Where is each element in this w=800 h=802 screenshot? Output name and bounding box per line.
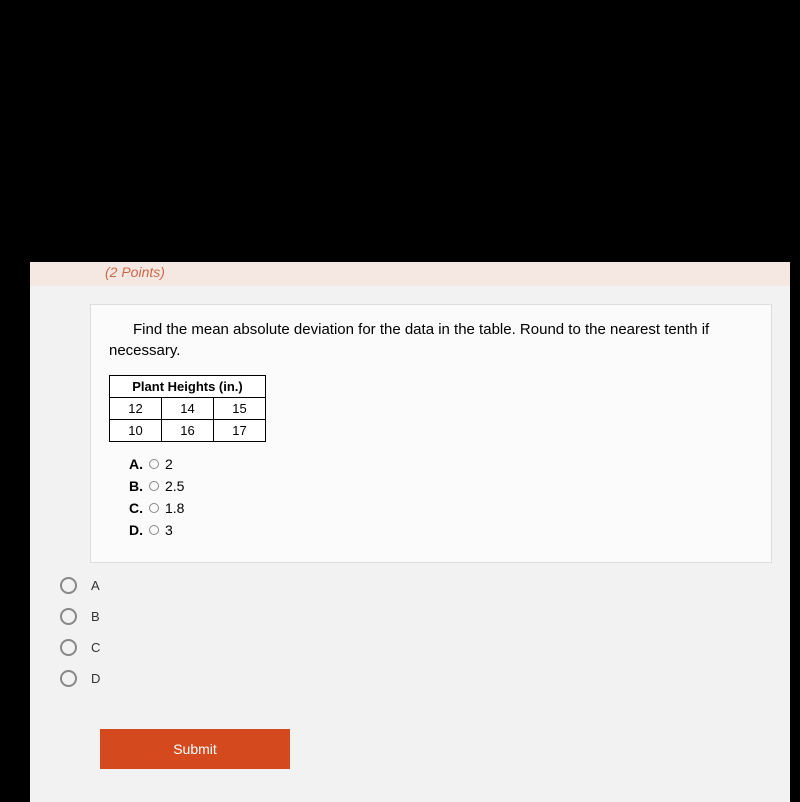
radio-circle-icon xyxy=(60,639,77,656)
question-text: Find the mean absolute deviation for the… xyxy=(109,319,753,361)
option-value: 1.8 xyxy=(165,500,184,516)
inline-option-a: A. 2 xyxy=(129,456,753,472)
inline-option-c: C. 1.8 xyxy=(129,500,753,516)
table-header: Plant Heights (in.) xyxy=(110,376,266,398)
table-row: 10 16 17 xyxy=(110,420,266,442)
option-value: 2 xyxy=(165,456,173,472)
table-cell: 14 xyxy=(162,398,214,420)
radio-label: A xyxy=(91,578,100,593)
radio-option-c[interactable]: C xyxy=(60,639,790,656)
inline-options: A. 2 B. 2.5 C. 1.8 D. 3 xyxy=(129,456,753,538)
option-letter: A. xyxy=(129,456,143,472)
table-row: 12 14 15 xyxy=(110,398,266,420)
content-area: (2 Points) Find the mean absolute deviat… xyxy=(30,262,790,802)
option-value: 3 xyxy=(165,522,173,538)
option-letter: D. xyxy=(129,522,143,538)
option-letter: C. xyxy=(129,500,143,516)
radio-circle-icon xyxy=(60,577,77,594)
radio-option-b[interactable]: B xyxy=(60,608,790,625)
radio-option-d[interactable]: D xyxy=(60,670,790,687)
radio-label: C xyxy=(91,640,100,655)
inline-radio-icon xyxy=(149,525,159,535)
submit-button[interactable]: Submit xyxy=(100,729,290,769)
inline-radio-icon xyxy=(149,481,159,491)
table-cell: 10 xyxy=(110,420,162,442)
inline-option-b: B. 2.5 xyxy=(129,478,753,494)
points-header: (2 Points) xyxy=(30,262,790,286)
table-cell: 17 xyxy=(214,420,266,442)
inline-radio-icon xyxy=(149,503,159,513)
data-table: Plant Heights (in.) 12 14 15 10 16 17 xyxy=(109,375,266,442)
option-letter: B. xyxy=(129,478,143,494)
table-cell: 15 xyxy=(214,398,266,420)
top-black-bar xyxy=(0,0,800,260)
radio-label: D xyxy=(91,671,100,686)
radio-circle-icon xyxy=(60,608,77,625)
radio-option-a[interactable]: A xyxy=(60,577,790,594)
radio-label: B xyxy=(91,609,100,624)
option-value: 2.5 xyxy=(165,478,184,494)
inline-radio-icon xyxy=(149,459,159,469)
table-cell: 16 xyxy=(162,420,214,442)
inline-option-d: D. 3 xyxy=(129,522,753,538)
question-box: Find the mean absolute deviation for the… xyxy=(90,304,772,563)
radio-circle-icon xyxy=(60,670,77,687)
table-cell: 12 xyxy=(110,398,162,420)
radio-group: A B C D xyxy=(60,577,790,687)
